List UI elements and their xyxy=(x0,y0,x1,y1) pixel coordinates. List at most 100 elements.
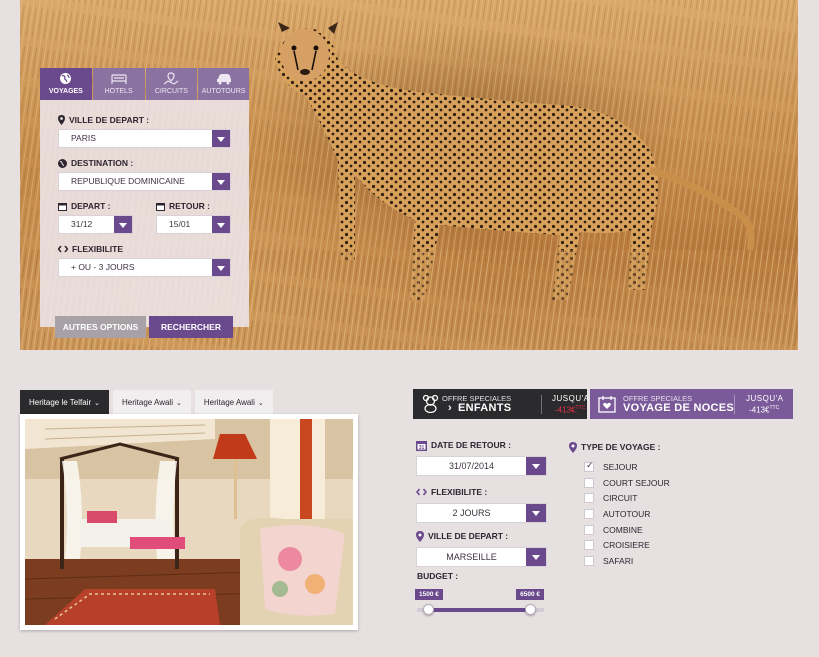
departure-city-filter-label: VILLE DE DEPART : xyxy=(416,530,547,542)
chevron-down-icon[interactable] xyxy=(212,130,230,147)
tab-label: VOYAGES xyxy=(48,88,83,95)
destination-label: DESTINATION : xyxy=(58,157,231,169)
trip-type-autotour[interactable]: AUTOTOUR xyxy=(584,506,670,522)
departure-city-filter-select[interactable]: MARSEILLE xyxy=(416,547,547,567)
checkbox[interactable] xyxy=(584,524,594,535)
offer-honeymoon-banner[interactable]: OFFRE SPECIALES VOYAGE DE NOCES JUSQU'A … xyxy=(590,389,793,419)
retour-label: RETOUR : xyxy=(156,200,231,212)
chevron-down-icon[interactable] xyxy=(526,548,546,566)
flexibility-filter-select[interactable]: 2 JOURS xyxy=(416,503,547,523)
tab-label: CIRCUITS xyxy=(154,88,188,95)
depart-group: DEPART : 31/12 xyxy=(58,200,133,234)
departure-city-label: VILLE DE DEPART : xyxy=(58,114,231,126)
offer-honeymoon-title: VOYAGE DE NOCES xyxy=(623,402,735,414)
slider-range-fill xyxy=(429,608,531,612)
search-form: VILLE DE DEPART : PARIS DESTINATION : RE… xyxy=(40,100,249,338)
globe-icon xyxy=(40,72,92,85)
flexibility-filter-label: FLEXIBILITE : xyxy=(416,486,547,498)
return-date-select[interactable]: 31/07/2014 xyxy=(416,456,547,476)
offer-honeymoon-price: -413€TTC xyxy=(749,405,780,415)
depart-date-select[interactable]: 31/12 xyxy=(58,215,133,234)
budget-max-value: 6500 € xyxy=(516,589,544,600)
search-tabs: VOYAGES HOTELS CIRCUITS AUTOTOURS xyxy=(40,68,249,100)
checkbox[interactable] xyxy=(584,508,594,519)
offer-kids-arrow: › xyxy=(448,402,452,414)
code-arrows-icon xyxy=(416,488,427,496)
trip-type-croisiere[interactable]: CROISIERE xyxy=(584,537,670,553)
trip-type-court-sejour[interactable]: COURT SEJOUR xyxy=(584,475,670,491)
tab-voyages[interactable]: VOYAGES xyxy=(40,68,92,100)
checkbox[interactable] xyxy=(584,493,594,504)
checkbox[interactable] xyxy=(584,540,594,551)
location-pin-icon xyxy=(569,441,577,453)
globe-icon xyxy=(58,158,67,168)
offer-kids-price: -413€TTC xyxy=(555,405,586,415)
trip-type-circuit[interactable]: CIRCUIT xyxy=(584,490,670,506)
tab-hotel-awali-2[interactable]: Heritage Awali ⌄ xyxy=(194,390,273,414)
flexibility-label: FLEXIBILITE xyxy=(58,243,231,255)
chevron-down-icon[interactable] xyxy=(526,504,546,522)
flexibility-filter: FLEXIBILITE : 2 JOURS xyxy=(416,486,547,523)
slider-handle-max[interactable] xyxy=(525,604,536,615)
location-pin-icon xyxy=(416,530,424,542)
offer-honeymoon-jusqua: JUSQU'A xyxy=(746,394,784,403)
departure-city-filter: VILLE DE DEPART : MARSEILLE xyxy=(416,530,547,567)
checkbox[interactable] xyxy=(584,461,594,472)
budget-slider[interactable]: 1500 € 6500 € xyxy=(415,589,546,619)
departure-city-select[interactable]: PARIS xyxy=(58,129,231,148)
slider-handle-min[interactable] xyxy=(423,604,434,615)
heart-calendar-icon xyxy=(598,396,616,413)
chevron-down-icon[interactable] xyxy=(212,259,230,276)
offer-kids-title: ENFANTS xyxy=(458,402,512,414)
calendar-icon: 31 xyxy=(416,440,427,451)
teddy-bear-icon xyxy=(422,395,439,413)
budget-min-value: 1500 € xyxy=(415,589,443,600)
code-arrows-icon xyxy=(58,245,68,253)
svg-text:31: 31 xyxy=(419,444,425,450)
search-actions: AUTRES OPTIONS RECHERCHER xyxy=(55,316,233,338)
chevron-down-icon[interactable] xyxy=(212,216,230,233)
trip-type-list: SEJOUR COURT SEJOUR CIRCUIT AUTOTOUR COM… xyxy=(584,459,670,569)
dates-row: DEPART : 31/12 RETOUR : 15/01 xyxy=(58,200,231,234)
search-widget: VOYAGES HOTELS CIRCUITS AUTOTOURS VILLE … xyxy=(40,68,249,338)
divider xyxy=(541,395,542,414)
hotel-tabs: Heritage le Telfair ⌄ Heritage Awali ⌄ Her… xyxy=(20,390,273,414)
trip-type-label: TYPE DE VOYAGE : xyxy=(569,441,661,453)
tab-circuits[interactable]: CIRCUITS xyxy=(145,68,198,100)
tab-hotels[interactable]: HOTELS xyxy=(92,68,145,100)
offer-kids-banner[interactable]: OFFRE SPECIALES › ENFANTS JUSQU'A -413€T… xyxy=(413,389,590,419)
trip-type-sejour[interactable]: SEJOUR xyxy=(584,459,670,475)
location-pin-icon xyxy=(58,115,65,125)
chevron-down-icon: ⌄ xyxy=(257,400,264,407)
checkbox[interactable] xyxy=(584,477,594,488)
hotel-room-photo xyxy=(25,419,353,625)
trip-type-safari[interactable]: SAFARI xyxy=(584,553,670,569)
retour-date-select[interactable]: 15/01 xyxy=(156,215,231,234)
calendar-icon xyxy=(58,202,67,211)
tab-hotel-awali[interactable]: Heritage Awali ⌄ xyxy=(112,390,191,414)
return-date-filter: 31 DATE DE RETOUR : 31/07/2014 xyxy=(416,439,547,476)
offer-kids-jusqua: JUSQU'A xyxy=(552,394,590,403)
chevron-down-icon[interactable] xyxy=(114,216,132,233)
checkbox[interactable] xyxy=(584,555,594,566)
other-options-button[interactable]: AUTRES OPTIONS xyxy=(55,316,146,338)
tab-label: HOTELS xyxy=(104,88,133,95)
trip-type-combine[interactable]: COMBINE xyxy=(584,522,670,538)
hotel-photo-frame xyxy=(20,414,358,630)
chevron-down-icon[interactable] xyxy=(526,457,546,475)
tab-autotours[interactable]: AUTOTOURS xyxy=(198,68,249,100)
destination-select[interactable]: REPUBLIQUE DOMINICAINE xyxy=(58,172,231,191)
tab-hotel-telfair[interactable]: Heritage le Telfair ⌄ xyxy=(20,390,109,414)
return-date-label: 31 DATE DE RETOUR : xyxy=(416,439,547,451)
search-button[interactable]: RECHERCHER xyxy=(149,316,233,338)
tab-label: AUTOTOURS xyxy=(201,88,246,95)
chevron-down-icon: ⌄ xyxy=(94,400,100,407)
bed-icon xyxy=(93,72,145,85)
divider xyxy=(734,395,735,414)
calendar-icon xyxy=(156,202,165,211)
car-icon xyxy=(198,72,249,85)
map-pin-route-icon xyxy=(146,72,198,85)
chevron-down-icon: ⌄ xyxy=(175,400,182,407)
chevron-down-icon[interactable] xyxy=(212,173,230,190)
flexibility-select[interactable]: + OU - 3 JOURS xyxy=(58,258,231,277)
